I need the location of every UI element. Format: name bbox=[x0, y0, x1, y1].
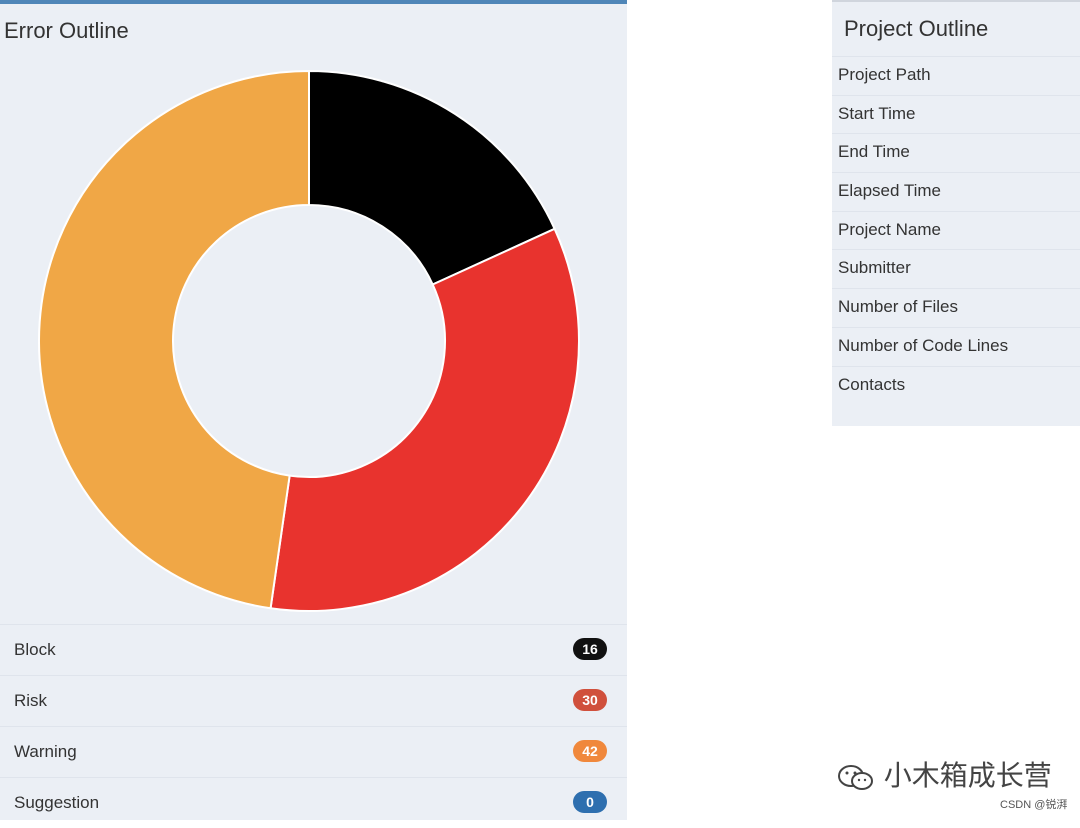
project-item-start-time: Start Time bbox=[832, 94, 1080, 134]
project-item-path: Project Path bbox=[832, 56, 1080, 95]
donut-slice-warning[interactable] bbox=[38, 69, 310, 610]
count-badge-risk: 30 bbox=[573, 689, 607, 711]
project-outline-title: Project Outline bbox=[844, 16, 989, 41]
legend-row-suggestion[interactable]: Suggestion 0 bbox=[0, 777, 627, 828]
project-item-name: Project Name bbox=[832, 210, 1080, 250]
project-outline-list: Project Path Start Time End Time Elapsed… bbox=[832, 56, 1080, 404]
project-item-elapsed-time: Elapsed Time bbox=[832, 172, 1080, 211]
error-outline-title: Error Outline bbox=[4, 18, 129, 43]
watermark-text: 小木箱成长营 bbox=[883, 760, 1052, 791]
watermark: 小木箱成长营 bbox=[836, 754, 1052, 794]
project-item-code-lines: Number of Code Lines bbox=[832, 326, 1080, 366]
count-badge-suggestion: 0 bbox=[573, 791, 607, 813]
legend-label-risk: Risk bbox=[14, 691, 48, 710]
project-item-contacts: Contacts bbox=[832, 365, 1080, 405]
project-outline-panel: Project Outline Project Path Start Time … bbox=[832, 0, 1080, 426]
error-outline-panel: Error Outline Block 16 Risk 30 Warning 4… bbox=[0, 0, 627, 820]
error-donut-chart bbox=[38, 69, 580, 612]
count-badge-warning: 42 bbox=[573, 740, 607, 762]
donut-slice-risk[interactable] bbox=[269, 227, 580, 612]
wechat-icon bbox=[838, 764, 873, 790]
legend-label-block: Block bbox=[14, 640, 56, 659]
project-item-submitter: Submitter bbox=[832, 249, 1080, 288]
legend-row-warning[interactable]: Warning 42 bbox=[0, 726, 627, 777]
project-item-end-time: End Time bbox=[832, 133, 1080, 172]
legend-row-risk[interactable]: Risk 30 bbox=[0, 675, 627, 726]
source-credit: CSDN @锐湃 bbox=[1000, 799, 1068, 811]
count-badge-block: 16 bbox=[573, 638, 607, 660]
legend-label-warning: Warning bbox=[14, 742, 77, 761]
legend-label-suggestion: Suggestion bbox=[14, 793, 100, 812]
project-item-file-count: Number of Files bbox=[832, 288, 1080, 327]
legend-row-block[interactable]: Block 16 bbox=[0, 624, 627, 675]
